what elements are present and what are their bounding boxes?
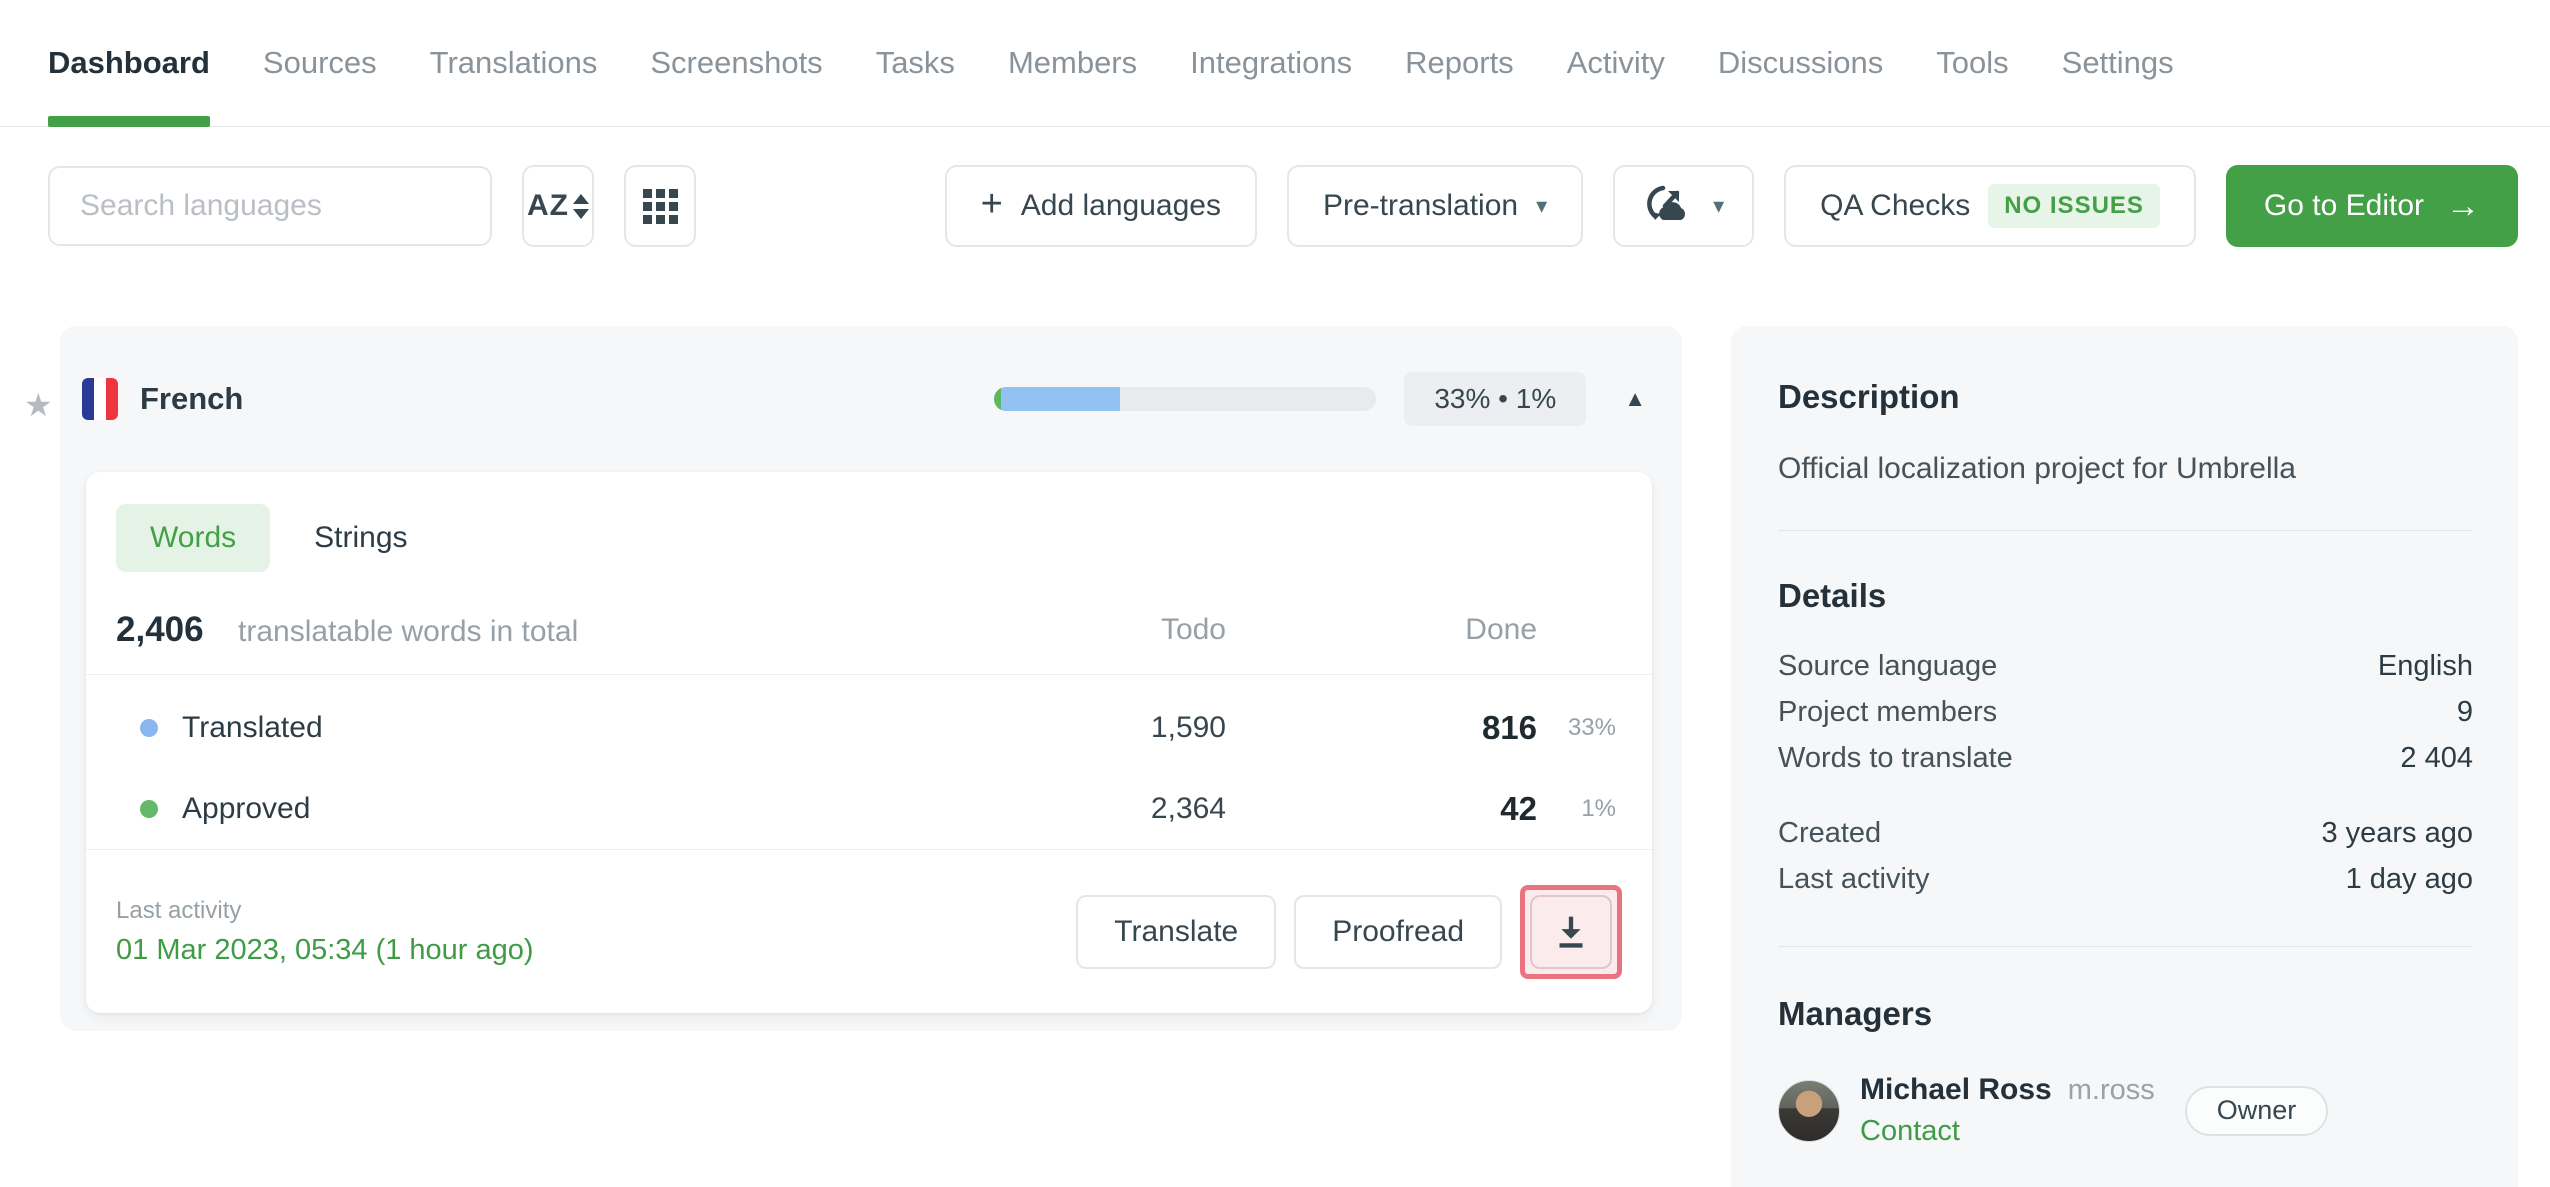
- translated-percent: 33%: [1567, 713, 1616, 741]
- language-name: French: [140, 381, 244, 416]
- tab-members[interactable]: Members: [1008, 0, 1137, 126]
- tab-screenshots[interactable]: Screenshots: [650, 0, 822, 126]
- collapse-card-icon[interactable]: ▲: [1624, 386, 1646, 412]
- translate-button[interactable]: Translate: [1076, 894, 1277, 969]
- progress-fill-approved: [994, 387, 1002, 411]
- approved-done: 42: [1500, 789, 1537, 827]
- stat-row-translated: Translated 1,590 816 33%: [116, 687, 1616, 768]
- tab-discussions[interactable]: Discussions: [1718, 0, 1883, 126]
- manager-contact-link[interactable]: Contact: [1860, 1115, 2155, 1148]
- translated-todo: 1,590: [1150, 710, 1226, 744]
- last-activity-label: Last activity: [116, 896, 242, 924]
- column-header-todo: Todo: [1160, 613, 1226, 646]
- progress-percent-chip: 33% • 1%: [1404, 372, 1587, 426]
- translated-dot-icon: [140, 718, 158, 737]
- detail-row-project-members: Project members 9: [1778, 696, 2473, 728]
- pre-translation-button[interactable]: Pre-translation ▾: [1286, 165, 1584, 247]
- approved-dot-icon: [140, 799, 158, 818]
- description-title: Description: [1778, 378, 1960, 415]
- grid-view-button[interactable]: [624, 165, 696, 247]
- approved-todo: 2,364: [1150, 791, 1226, 825]
- manager-row: Michael Ross m.ross Contact Owner: [1778, 1073, 2473, 1148]
- tab-integrations[interactable]: Integrations: [1190, 0, 1352, 126]
- detail-row-last-activity: Last activity 1 day ago: [1778, 863, 2473, 895]
- managers-title: Managers: [1778, 995, 1933, 1032]
- tab-translations[interactable]: Translations: [430, 0, 598, 126]
- progress-fill-translated: [1001, 387, 1121, 411]
- arrow-right-icon: →: [2446, 187, 2480, 225]
- language-stats-card: Words Strings 2,406 translatable words i…: [86, 472, 1652, 1013]
- tab-strings[interactable]: Strings: [314, 521, 407, 555]
- add-languages-button[interactable]: + Add languages: [944, 165, 1257, 247]
- tab-words[interactable]: Words: [116, 504, 271, 572]
- tab-tools[interactable]: Tools: [1936, 0, 2008, 126]
- details-title: Details: [1778, 577, 1887, 614]
- project-nav: Dashboard Sources Translations Screensho…: [0, 0, 2550, 127]
- last-activity-block: Last activity 01 Mar 2023, 05:34 (1 hour…: [116, 897, 534, 967]
- download-button[interactable]: [1530, 894, 1612, 969]
- machine-translation-button[interactable]: ▾: [1613, 165, 1755, 247]
- qa-status-badge: NO ISSUES: [1988, 184, 2160, 228]
- detail-row-words-to-translate: Words to translate 2 404: [1778, 742, 2473, 774]
- plus-icon: +: [980, 183, 1003, 225]
- tab-tasks[interactable]: Tasks: [876, 0, 955, 126]
- language-card-header: French 33% • 1% ▲: [60, 326, 1682, 472]
- tab-label: Dashboard: [48, 45, 210, 80]
- french-flag-icon: [82, 378, 118, 420]
- tab-activity[interactable]: Activity: [1567, 0, 1665, 126]
- machine-translation-icon: [1647, 185, 1686, 220]
- language-progress-bar: [994, 387, 1377, 411]
- manager-username: m.ross: [2067, 1074, 2155, 1106]
- search-input[interactable]: [48, 166, 492, 246]
- sort-alphabetically-button[interactable]: AZ: [522, 165, 594, 247]
- chevron-down-icon: ▾: [1536, 193, 1548, 218]
- download-icon: [1559, 916, 1583, 948]
- description-text: Official localization project for Umbrel…: [1778, 452, 2296, 485]
- language-card-french: French 33% • 1% ▲ Words Strings 2,406 tr…: [60, 326, 1682, 1031]
- last-activity-link[interactable]: 01 Mar 2023, 05:34 (1 hour ago): [116, 934, 534, 967]
- grid-view-icon: [642, 188, 678, 224]
- proofread-button[interactable]: Proofread: [1294, 894, 1502, 969]
- tab-dashboard[interactable]: Dashboard: [48, 0, 210, 127]
- manager-avatar: [1778, 1079, 1840, 1142]
- owner-role-button[interactable]: Owner: [2184, 1085, 2329, 1136]
- sort-az-icon: AZ: [527, 189, 589, 223]
- languages-toolbar: AZ + Add languages Pre-translation ▾ ▾ Q…: [48, 165, 2518, 247]
- stat-row-approved: Approved 2,364 42 1%: [116, 768, 1616, 849]
- detail-row-created: Created 3 years ago: [1778, 817, 2473, 849]
- go-to-editor-button[interactable]: Go to Editor →: [2225, 165, 2518, 247]
- approved-percent: 1%: [1581, 794, 1616, 822]
- total-words: 2,406 translatable words in total: [116, 610, 579, 649]
- tab-settings[interactable]: Settings: [2062, 0, 2174, 126]
- detail-row-source-language: Source language English: [1778, 650, 2473, 682]
- translated-done: 816: [1481, 708, 1537, 746]
- column-header-done: Done: [1465, 613, 1537, 646]
- tab-reports[interactable]: Reports: [1405, 0, 1514, 126]
- favorite-star-icon[interactable]: ★: [24, 386, 53, 424]
- tab-sources[interactable]: Sources: [263, 0, 377, 126]
- chevron-down-icon: ▾: [1713, 193, 1725, 218]
- active-tab-underline: [48, 116, 210, 127]
- qa-checks-button[interactable]: QA Checks NO ISSUES: [1784, 165, 2196, 247]
- manager-name: Michael Ross: [1860, 1073, 2052, 1106]
- annotation-highlight-box: [1520, 884, 1622, 979]
- project-details-panel: Description Official localization projec…: [1731, 326, 2518, 1187]
